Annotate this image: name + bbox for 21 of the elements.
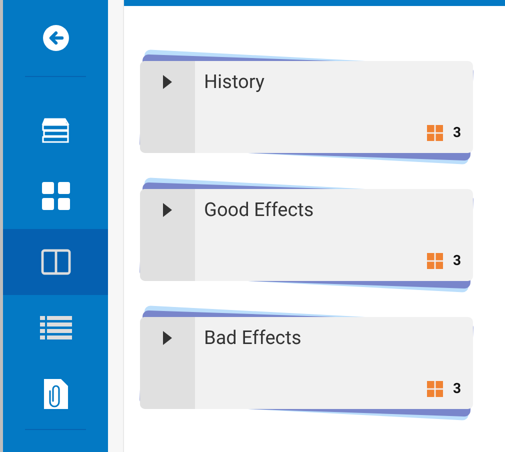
card[interactable]: Bad Effects 3 <box>140 317 473 409</box>
expand-toggle[interactable] <box>140 61 195 153</box>
grid-icon <box>426 125 443 141</box>
expand-toggle[interactable] <box>140 317 195 409</box>
expand-toggle[interactable] <box>140 189 195 281</box>
card-title: Good Effects <box>204 198 315 221</box>
grid-icon <box>40 181 70 211</box>
card-title: Bad Effects <box>204 326 302 349</box>
grid-icon <box>426 381 443 397</box>
books-icon <box>40 117 70 143</box>
sidebar-item[interactable] <box>3 229 108 295</box>
card[interactable]: Good Effects 3 <box>140 189 473 281</box>
card-title: History <box>204 70 266 93</box>
card[interactable]: History 3 <box>140 61 473 153</box>
attachment-file-icon <box>44 379 68 409</box>
list-icon <box>40 316 72 340</box>
columns-icon <box>40 249 70 275</box>
item-count: 3 <box>452 253 461 269</box>
item-count: 3 <box>452 125 461 141</box>
item-count: 3 <box>452 381 461 397</box>
grid-icon <box>426 253 443 269</box>
